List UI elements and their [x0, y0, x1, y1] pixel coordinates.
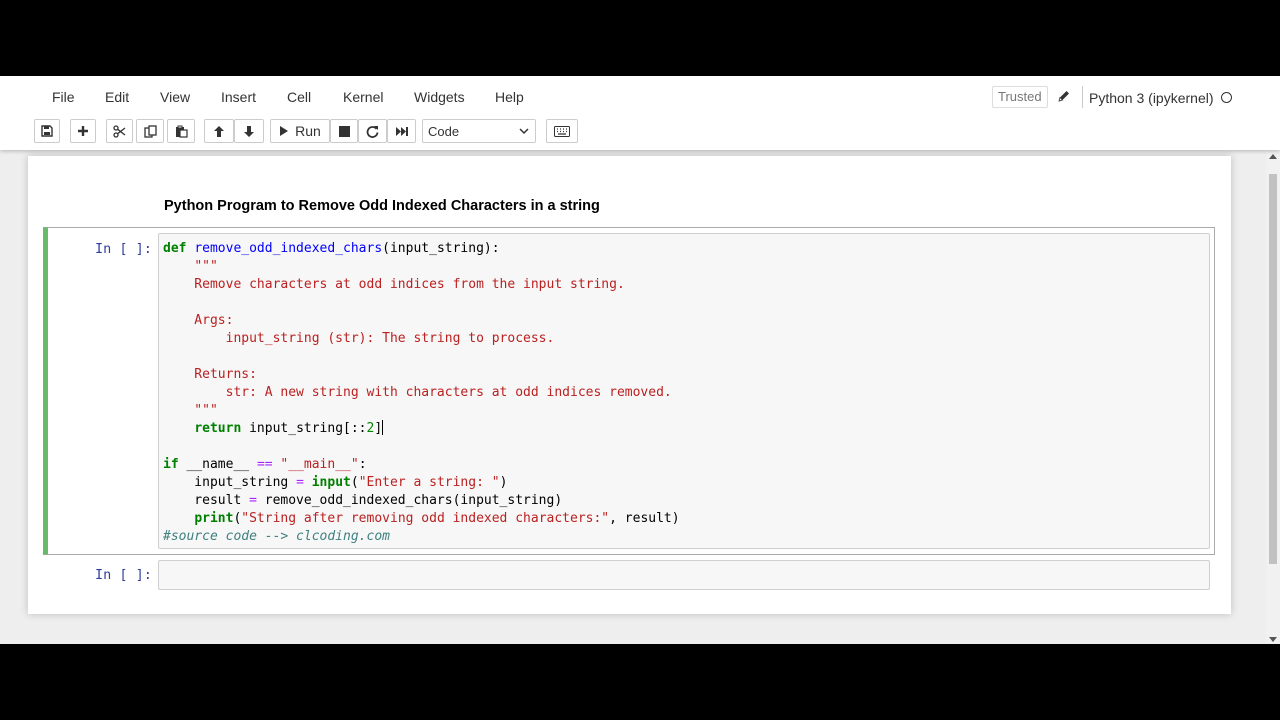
fast-forward-icon — [395, 126, 408, 136]
stop-icon — [338, 125, 350, 137]
move-down-button[interactable] — [234, 119, 264, 143]
menu-file[interactable]: File — [52, 89, 75, 105]
paste-icon — [175, 125, 188, 138]
copy-icon — [143, 124, 157, 138]
run-button[interactable]: Run — [270, 119, 330, 143]
run-all-button[interactable] — [387, 119, 416, 143]
code-editor[interactable]: def remove_odd_indexed_chars(input_strin… — [158, 233, 1210, 549]
notebook-header: File Edit View Insert Cell Kernel Widget… — [0, 76, 1280, 150]
cell-prompt-empty: In [ ]: — [95, 567, 152, 583]
scroll-thumb[interactable] — [1269, 174, 1277, 564]
interrupt-button[interactable] — [330, 119, 358, 143]
code-text[interactable]: def remove_odd_indexed_chars(input_strin… — [163, 240, 680, 546]
menu-cell[interactable]: Cell — [287, 89, 311, 105]
command-palette-button[interactable] — [546, 119, 578, 143]
scrollbar[interactable] — [1266, 150, 1280, 644]
arrow-up-icon — [214, 125, 224, 137]
insert-cell-button[interactable] — [70, 119, 96, 143]
text-cursor — [382, 420, 384, 435]
menu-widgets[interactable]: Widgets — [414, 89, 465, 105]
menu-view[interactable]: View — [160, 89, 190, 105]
code-cell-selected[interactable]: In [ ]: def remove_odd_indexed_chars(inp… — [43, 227, 1215, 555]
run-label: Run — [295, 123, 321, 139]
scroll-up-arrow-icon[interactable] — [1269, 154, 1277, 159]
notebook-container: Python Program to Remove Odd Indexed Cha… — [28, 156, 1231, 614]
cell-prompt: In [ ]: — [95, 241, 152, 257]
arrow-down-icon — [244, 125, 254, 137]
scroll-down-arrow-icon[interactable] — [1269, 637, 1277, 642]
restart-icon — [366, 125, 379, 138]
kernel-name[interactable]: Python 3 (ipykernel) — [1089, 90, 1214, 106]
menu-help[interactable]: Help — [495, 89, 524, 105]
empty-code-editor[interactable] — [158, 560, 1210, 590]
toolbar: Run Code — [34, 119, 1239, 145]
cut-icon — [113, 124, 126, 138]
chevron-down-icon — [519, 128, 529, 135]
notebook-app: File Edit View Insert Cell Kernel Widget… — [0, 76, 1280, 644]
cut-button[interactable] — [106, 119, 133, 143]
menu-insert[interactable]: Insert — [221, 89, 256, 105]
move-up-button[interactable] — [204, 119, 234, 143]
save-button[interactable] — [34, 119, 60, 143]
paste-button[interactable] — [167, 119, 195, 143]
kernel-divider — [1082, 86, 1083, 108]
play-icon — [280, 126, 289, 136]
cell-type-value: Code — [428, 124, 460, 139]
keyboard-icon — [554, 125, 570, 137]
menu-edit[interactable]: Edit — [105, 89, 129, 105]
menu-kernel[interactable]: Kernel — [343, 89, 383, 105]
cell-type-select[interactable]: Code — [422, 119, 536, 143]
save-icon — [41, 125, 53, 137]
kernel-idle-icon — [1221, 92, 1232, 103]
trusted-badge[interactable]: Trusted — [992, 86, 1048, 108]
copy-button[interactable] — [136, 119, 164, 143]
pencil-icon[interactable] — [1057, 89, 1071, 103]
markdown-heading[interactable]: Python Program to Remove Odd Indexed Cha… — [164, 198, 600, 214]
plus-icon — [78, 126, 88, 136]
restart-button[interactable] — [358, 119, 387, 143]
